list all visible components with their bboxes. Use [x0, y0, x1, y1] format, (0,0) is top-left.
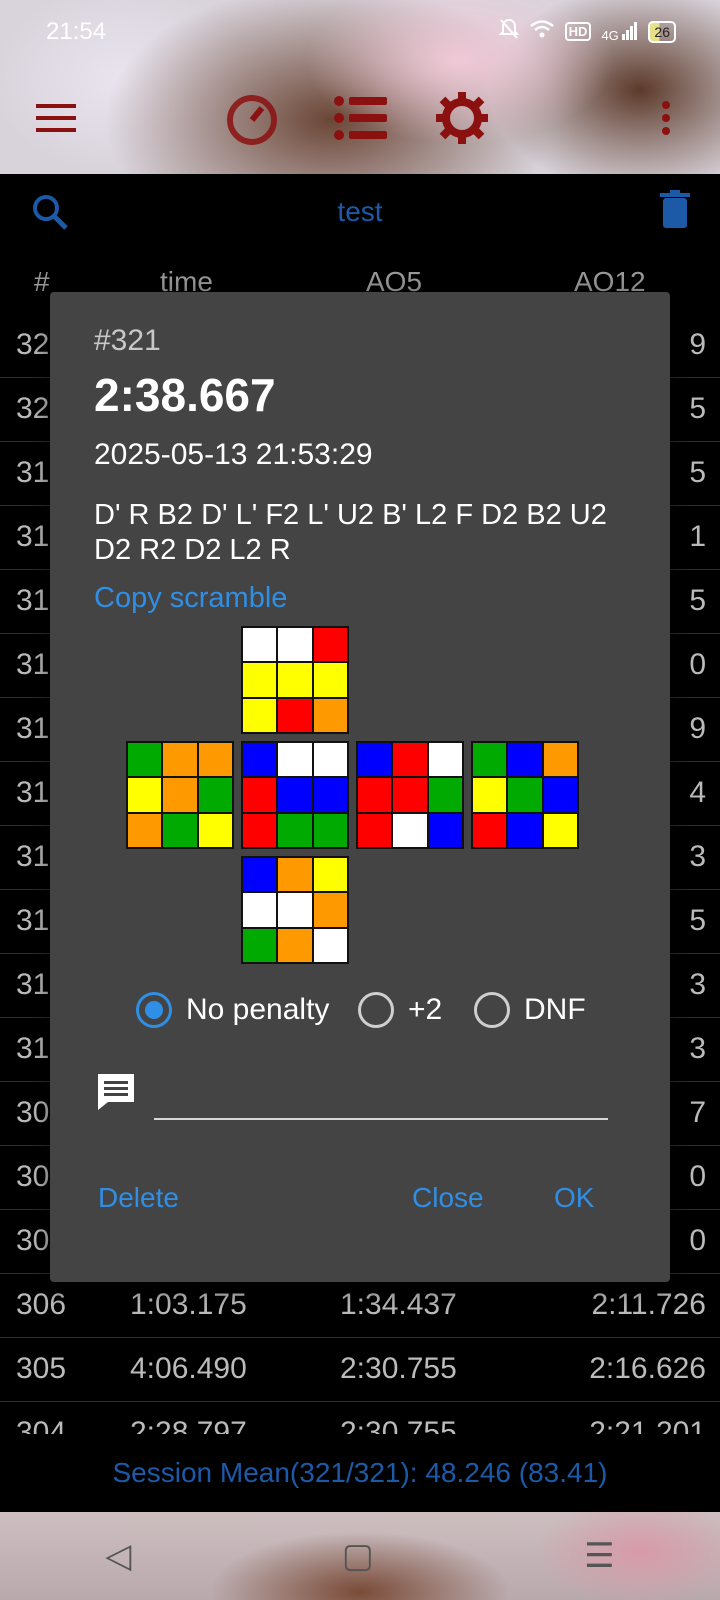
cube-sticker: [473, 813, 507, 847]
cube-sticker: [393, 813, 427, 847]
cube-sticker: [278, 663, 312, 697]
cube-sticker: [243, 813, 277, 847]
delete-button[interactable]: Delete: [98, 1182, 179, 1214]
cube-sticker: [243, 893, 277, 927]
comment-icon: [94, 1070, 138, 1114]
cube-sticker: [163, 743, 197, 777]
cube-sticker: [393, 778, 427, 812]
cube-sticker: [473, 778, 507, 812]
cube-sticker: [243, 743, 277, 777]
cube-sticker: [313, 928, 347, 962]
cube-sticker: [243, 858, 277, 892]
scramble-text: D' R B2 D' L' F2 L' U2 B' L2 F D2 B2 U2 …: [94, 499, 607, 566]
cube-sticker: [428, 813, 462, 847]
cube-sticker: [198, 813, 232, 847]
penalty-option-none[interactable]: No penalty: [136, 992, 329, 1028]
cube-face-l: [126, 741, 234, 849]
cube-sticker: [428, 778, 462, 812]
cube-face-f: [241, 741, 349, 849]
cube-face-r: [356, 741, 464, 849]
cube-sticker: [243, 628, 277, 662]
cube-sticker: [393, 743, 427, 777]
cube-sticker: [358, 743, 392, 777]
penalty-option-dnf[interactable]: DNF: [474, 992, 586, 1028]
cube-sticker: [163, 813, 197, 847]
cube-sticker: [128, 743, 162, 777]
cube-sticker: [313, 858, 347, 892]
cube-sticker: [278, 698, 312, 732]
cube-sticker: [313, 698, 347, 732]
cube-sticker: [313, 893, 347, 927]
cube-sticker: [278, 813, 312, 847]
solve-date: 2025-05-13 21:53:29: [94, 438, 373, 471]
cube-sticker: [313, 778, 347, 812]
solve-index: #321: [94, 324, 161, 357]
cube-sticker: [243, 698, 277, 732]
cube-sticker: [278, 858, 312, 892]
cube-sticker: [128, 813, 162, 847]
cube-sticker: [313, 628, 347, 662]
cube-sticker: [358, 813, 392, 847]
penalty-label-plus2: +2: [408, 993, 443, 1026]
cube-face-u: [241, 626, 349, 734]
cube-face-b: [471, 741, 579, 849]
radio-selected-icon[interactable]: [136, 992, 172, 1028]
copy-scramble-button[interactable]: Copy scramble: [94, 582, 287, 615]
cube-sticker: [243, 928, 277, 962]
cube-sticker: [278, 893, 312, 927]
cube-sticker: [313, 663, 347, 697]
cube-sticker: [278, 628, 312, 662]
solve-detail-dialog: #321 2:38.667 2025-05-13 21:53:29 D' R B…: [50, 292, 670, 1282]
cube-sticker: [543, 813, 577, 847]
cube-sticker: [243, 663, 277, 697]
cube-sticker: [313, 813, 347, 847]
comment-field[interactable]: [154, 1072, 608, 1120]
cube-sticker: [128, 778, 162, 812]
ok-button[interactable]: OK: [554, 1182, 594, 1214]
cube-sticker: [313, 743, 347, 777]
cube-sticker: [278, 778, 312, 812]
cube-sticker: [278, 928, 312, 962]
cube-sticker: [278, 743, 312, 777]
cube-sticker: [358, 778, 392, 812]
cube-sticker: [198, 778, 232, 812]
close-button[interactable]: Close: [412, 1182, 484, 1214]
cube-face-d: [241, 856, 349, 964]
radio-unselected-icon[interactable]: [358, 992, 394, 1028]
cube-sticker: [428, 743, 462, 777]
cube-sticker: [508, 743, 542, 777]
cube-sticker: [508, 813, 542, 847]
cube-sticker: [198, 743, 232, 777]
penalty-label-dnf: DNF: [524, 993, 586, 1026]
cube-sticker: [473, 743, 507, 777]
radio-unselected-icon[interactable]: [474, 992, 510, 1028]
solve-time: 2:38.667: [94, 369, 276, 421]
cube-sticker: [543, 743, 577, 777]
cube-sticker: [543, 778, 577, 812]
cube-sticker: [508, 778, 542, 812]
penalty-option-plus2[interactable]: +2: [358, 992, 442, 1028]
cube-sticker: [163, 778, 197, 812]
penalty-label-none: No penalty: [186, 993, 330, 1026]
cube-sticker: [243, 778, 277, 812]
